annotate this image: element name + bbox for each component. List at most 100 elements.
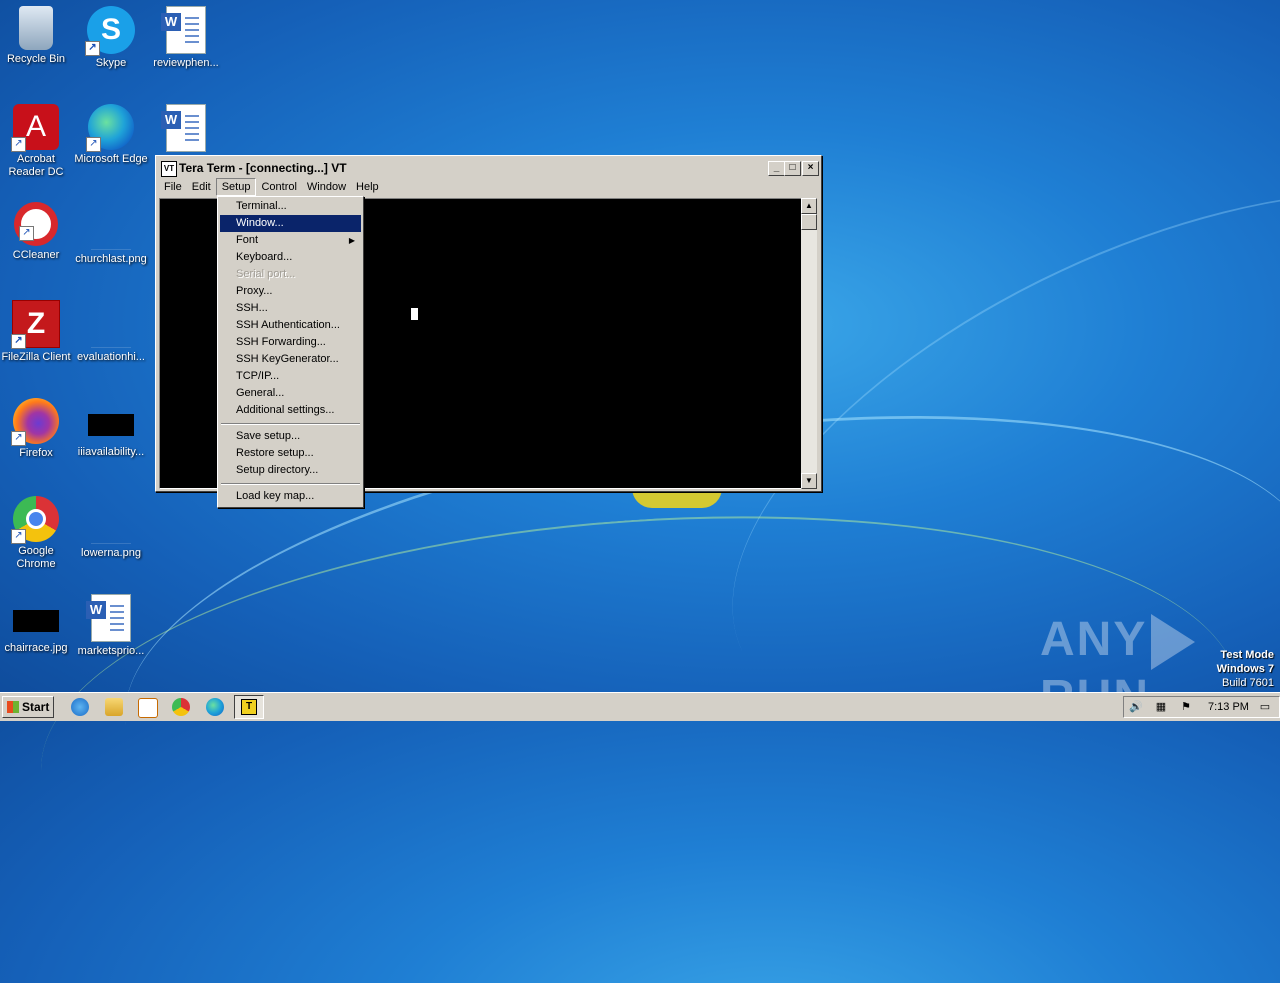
desktop-icon-churchlast[interactable]: churchlast.png [73,202,149,266]
word-document-icon: W [161,104,206,152]
start-label: Start [22,700,50,714]
show-desktop-icon[interactable]: ▭ [1258,700,1272,714]
terminal-cursor [411,308,418,320]
desktop-icon-recycle-bin[interactable]: Recycle Bin [0,6,74,66]
menu-item-ssh-keygenerator[interactable]: SSH KeyGenerator... [220,351,361,368]
menu-item-ssh-authentication[interactable]: SSH Authentication... [220,317,361,334]
menu-item-window[interactable]: Window... [220,215,361,232]
file-explorer-icon[interactable] [105,698,123,716]
menu-item-keyboard[interactable]: Keyboard... [220,249,361,266]
menu-item-ssh-forwarding[interactable]: SSH Forwarding... [220,334,361,351]
shortcut-arrow-icon: ↗ [11,137,26,152]
desktop-icon-label: lowerna.png [81,547,141,559]
chrome-icon: ↗ [11,496,59,544]
maximize-button[interactable]: □ [784,161,801,176]
system-tray: 🔊 ▦ ⚑ 7:13 PM ▭ [1123,696,1280,718]
desktop-icon-edge[interactable]: ↗ Microsoft Edge [73,104,149,166]
menu-help[interactable]: Help [351,179,384,195]
desktop-icon-lowerna[interactable]: lowerna.png [73,496,149,560]
os-info: Test Mode Windows 7 Build 7601 [1217,648,1274,690]
filezilla-icon: Z ↗ [11,300,60,349]
desktop-icon-reviewphen[interactable]: W reviewphen... [148,6,224,70]
ccleaner-icon: ↗ [14,202,58,246]
edge-taskbar-icon[interactable] [206,698,224,716]
network-icon[interactable]: ▦ [1154,700,1168,714]
edge-icon: ↗ [86,104,134,152]
minimize-button[interactable]: _ [768,161,785,176]
desktop-icon-evaluationhi[interactable]: evaluationhi... [73,300,149,364]
menu-separator [221,483,360,485]
menu-setup[interactable]: Setup [215,178,257,196]
shortcut-arrow-icon: ↗ [11,529,26,544]
desktop-icon-chrome[interactable]: ↗ Google Chrome [0,496,74,571]
teraterm-taskbar-icon: T [241,699,257,715]
desktop-icon-word-doc[interactable]: W [148,104,224,155]
menu-item-ssh[interactable]: SSH... [220,300,361,317]
internet-explorer-icon[interactable] [71,698,89,716]
menu-item-setup-directory[interactable]: Setup directory... [220,462,361,479]
teraterm-taskbar-button[interactable]: T [234,695,264,719]
chrome-taskbar-icon[interactable] [172,698,190,716]
menu-item-terminal[interactable]: Terminal... [220,198,361,215]
shortcut-arrow-icon: ↗ [85,41,100,56]
desktop-icon-label: Google Chrome [16,545,56,570]
image-file-icon [13,610,59,632]
menu-item-restore-setup[interactable]: Restore setup... [220,445,361,462]
desktop-icon-chairrace[interactable]: chairrace.jpg [0,594,74,655]
desktop-icon-ccleaner[interactable]: ↗ CCleaner [0,202,74,262]
media-player-icon[interactable] [138,698,158,718]
menu-item-serial-port: Serial port... [236,268,296,280]
menu-item-proxy[interactable]: Proxy... [220,283,361,300]
close-button[interactable]: × [802,161,819,176]
desktop-icon-filezilla[interactable]: Z ↗ FileZilla Client [0,300,74,364]
desktop-icon-skype[interactable]: S ↗ Skype [73,6,149,70]
recycle-bin-icon [19,6,53,50]
desktop-icon-marketsprio[interactable]: W marketsprio... [73,594,149,658]
windows-logo-icon [7,701,19,713]
action-center-flag-icon[interactable]: ⚑ [1179,700,1193,714]
play-icon [1151,614,1196,671]
menu-item-save-setup[interactable]: Save setup... [220,428,361,445]
menu-control[interactable]: Control [256,179,301,195]
desktop-icon-firefox[interactable]: ↗ Firefox [0,398,74,460]
desktop-icon-label: Acrobat Reader DC [8,153,64,178]
desktop-icon-label: CCleaner [12,249,60,261]
window-title: Tera Term - [connecting...] VT [179,161,347,175]
menu-edit[interactable]: Edit [187,179,216,195]
menu-item-additional-settings[interactable]: Additional settings... [220,402,361,419]
windows-version-label: Windows 7 [1216,663,1274,675]
image-file-icon [87,202,135,250]
menu-item-load-key-map[interactable]: Load key map... [220,488,361,505]
firefox-icon: ↗ [11,398,59,446]
image-file-icon [88,414,134,436]
menu-item-font[interactable]: Font ▶ [220,232,361,249]
volume-icon[interactable]: 🔊 [1129,700,1143,714]
menu-item-general[interactable]: General... [220,385,361,402]
teraterm-app-icon[interactable]: VT [161,161,177,177]
shortcut-arrow-icon: ↗ [19,226,34,241]
title-bar[interactable]: VT Tera Term - [connecting...] VT _ □ × [159,159,819,177]
menu-window[interactable]: Window [302,179,351,195]
menu-item-tcpip[interactable]: TCP/IP... [220,368,361,385]
desktop-icon-label: chairrace.jpg [4,642,68,654]
skype-icon: S ↗ [85,6,135,56]
scroll-up-icon[interactable]: ▲ [801,198,817,214]
start-button[interactable]: Start [2,696,54,718]
desktop-icon-label: Recycle Bin [6,53,66,65]
desktop-icon-label: Firefox [19,447,53,459]
vertical-scrollbar[interactable]: ▲ ▼ [801,198,817,489]
image-file-icon [87,496,135,544]
desktop-icon-iiiavailability[interactable]: iiiavailability... [73,398,149,459]
scroll-thumb[interactable] [801,214,817,230]
scroll-down-icon[interactable]: ▼ [801,473,817,489]
menu-item-label: Font [236,234,259,246]
desktop-icon-label: iiiavailability... [77,446,145,458]
menu-file[interactable]: File [159,179,187,195]
shortcut-arrow-icon: ↗ [11,431,26,446]
clock[interactable]: 7:13 PM [1208,697,1249,717]
desktop-icon-acrobat[interactable]: A ↗ Acrobat Reader DC [0,104,74,179]
desktop-icon-label: Microsoft Edge [74,153,148,165]
menu-bar: File Edit Setup Control Window Help [159,178,818,196]
test-mode-label: Test Mode [1220,649,1274,661]
desktop-icon-label: churchlast.png [75,253,147,265]
